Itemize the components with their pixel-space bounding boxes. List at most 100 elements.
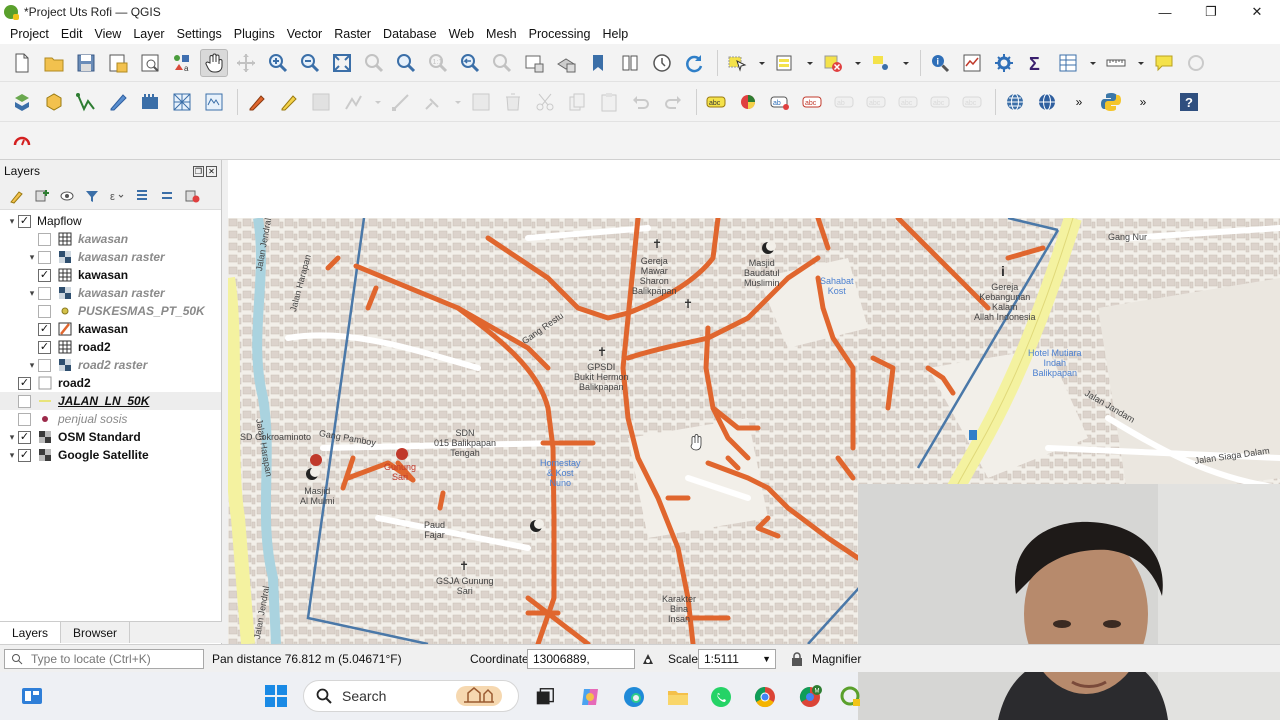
layer-row[interactable]: JALAN_LN_50K [0, 392, 221, 410]
filter-expression-icon[interactable]: ε [106, 185, 128, 207]
widgets-icon[interactable] [20, 684, 44, 708]
float-panel-icon[interactable]: ❐ [193, 165, 204, 177]
file-explorer-icon[interactable] [665, 684, 691, 710]
tab-browser[interactable]: Browser [61, 622, 131, 643]
table-dropdown-icon[interactable] [1086, 49, 1100, 77]
layer-row[interactable]: kawasan [0, 230, 221, 248]
deselect-dropdown-icon[interactable] [851, 49, 865, 77]
select-location-icon[interactable] [867, 49, 895, 77]
identify-icon[interactable]: i [926, 49, 954, 77]
layer-row[interactable]: ✓ road2 [0, 338, 221, 356]
layer-visibility-checkbox[interactable] [38, 304, 51, 318]
print-layout-icon[interactable] [136, 49, 164, 77]
chevron-down-icon[interactable]: ▼ [762, 650, 771, 668]
label-properties-icon[interactable]: abc [958, 88, 986, 116]
layer-visibility-checkbox[interactable] [18, 412, 31, 426]
layer-row[interactable]: ▾ kawasan raster [0, 284, 221, 302]
chevron-down-icon[interactable]: ▾ [26, 284, 38, 302]
layer-row[interactable]: ✓ road2 [0, 374, 221, 392]
new-bookmark-icon[interactable] [584, 49, 612, 77]
label-toolbar-icon[interactable]: abc [702, 88, 730, 116]
layer-row[interactable]: ▾ road2 raster [0, 356, 221, 374]
layer-visibility-checkbox[interactable] [38, 250, 51, 264]
save-as-icon[interactable] [104, 49, 132, 77]
cut-icon[interactable] [531, 88, 559, 116]
open-project-icon[interactable] [40, 49, 68, 77]
select-dropdown-icon[interactable] [755, 49, 769, 77]
save-project-icon[interactable] [72, 49, 100, 77]
show-bookmarks-icon[interactable] [616, 49, 644, 77]
menu-project[interactable]: Project [4, 27, 55, 41]
open-table-icon[interactable] [1054, 49, 1082, 77]
web-globe-2-icon[interactable] [1033, 88, 1061, 116]
remove-layer-icon[interactable] [181, 185, 203, 207]
web-globe-icon[interactable] [1001, 88, 1029, 116]
add-wms-icon[interactable] [200, 88, 228, 116]
python-console-icon[interactable] [1097, 88, 1125, 116]
close-panel-icon[interactable]: ✕ [206, 165, 217, 177]
modify-dropdown-icon[interactable] [451, 88, 465, 116]
copy-icon[interactable] [563, 88, 591, 116]
chevron-down-icon[interactable]: ▾ [26, 248, 38, 266]
menu-help[interactable]: Help [596, 27, 634, 41]
layer-visibility-checkbox[interactable]: ✓ [38, 322, 51, 336]
change-label-icon[interactable]: abc [926, 88, 954, 116]
layer-row[interactable]: ▾ ✓ OSM Standard [0, 428, 221, 446]
rotate-label-icon[interactable]: abc [894, 88, 922, 116]
toggle-extents-icon[interactable] [640, 651, 656, 667]
paste-icon[interactable] [595, 88, 623, 116]
add-feature-dropdown-icon[interactable] [371, 88, 385, 116]
select-by-value-icon[interactable] [771, 49, 799, 77]
edit-table-icon[interactable] [467, 88, 495, 116]
tab-layers[interactable]: Layers [0, 622, 62, 643]
menu-plugins[interactable]: Plugins [228, 27, 281, 41]
close-button[interactable]: ✕ [1234, 0, 1280, 24]
filter-legend-icon[interactable] [81, 185, 103, 207]
highlight-pinned-icon[interactable]: abc [798, 88, 826, 116]
windows-start-icon[interactable] [264, 684, 288, 708]
locator-icon[interactable] [1182, 49, 1210, 77]
collapse-all-icon[interactable] [156, 185, 178, 207]
current-edits-icon[interactable] [243, 88, 271, 116]
menu-settings[interactable]: Settings [171, 27, 228, 41]
menu-view[interactable]: View [88, 27, 127, 41]
lock-icon[interactable] [790, 651, 804, 667]
layer-visibility-checkbox[interactable] [38, 232, 51, 246]
move-label-icon[interactable]: abc [862, 88, 890, 116]
layer-visibility-checkbox[interactable] [38, 286, 51, 300]
zoom-out-icon[interactable] [296, 49, 324, 77]
pan-to-selection-icon[interactable] [232, 49, 260, 77]
delete-selected-icon[interactable] [499, 88, 527, 116]
zoom-next-icon[interactable] [488, 49, 516, 77]
layer-visibility-checkbox[interactable] [38, 358, 51, 372]
locator-search[interactable]: Type to locate (Ctrl+K) [4, 649, 204, 669]
modify-attributes-icon[interactable] [419, 88, 447, 116]
style-manager-icon[interactable]: a [168, 49, 196, 77]
zoom-in-icon[interactable] [264, 49, 292, 77]
edge-browser-icon[interactable] [621, 684, 647, 710]
minimize-button[interactable]: — [1142, 0, 1188, 24]
measure-icon[interactable] [1102, 49, 1130, 77]
expand-all-icon[interactable] [131, 185, 153, 207]
menu-processing[interactable]: Processing [523, 27, 597, 41]
diagram-options-icon[interactable] [734, 88, 762, 116]
statistics-icon[interactable]: Σ [1022, 49, 1050, 77]
menu-layer[interactable]: Layer [127, 27, 170, 41]
zoom-native-icon[interactable]: 1:1 [424, 49, 452, 77]
digitize-icon[interactable] [104, 88, 132, 116]
data-source-manager-icon[interactable] [8, 88, 36, 116]
chevron-down-icon[interactable]: ▾ [26, 356, 38, 374]
pan-map-icon[interactable] [200, 48, 228, 77]
measure-dropdown-icon[interactable] [1134, 49, 1148, 77]
redo-icon[interactable] [659, 88, 687, 116]
layer-row[interactable]: penjual sosis [0, 410, 221, 428]
layer-visibility-checkbox[interactable]: ✓ [38, 340, 51, 354]
chevron-down-icon[interactable]: ▾ [6, 212, 18, 230]
deselect-icon[interactable] [819, 49, 847, 77]
new-geopackage-icon[interactable] [40, 88, 68, 116]
menu-mesh[interactable]: Mesh [480, 27, 523, 41]
add-mesh-icon[interactable] [168, 88, 196, 116]
show-hide-labels-icon[interactable]: ab [830, 88, 858, 116]
layer-row[interactable]: ✓ kawasan [0, 266, 221, 284]
processing-toolbox-icon[interactable] [990, 49, 1018, 77]
